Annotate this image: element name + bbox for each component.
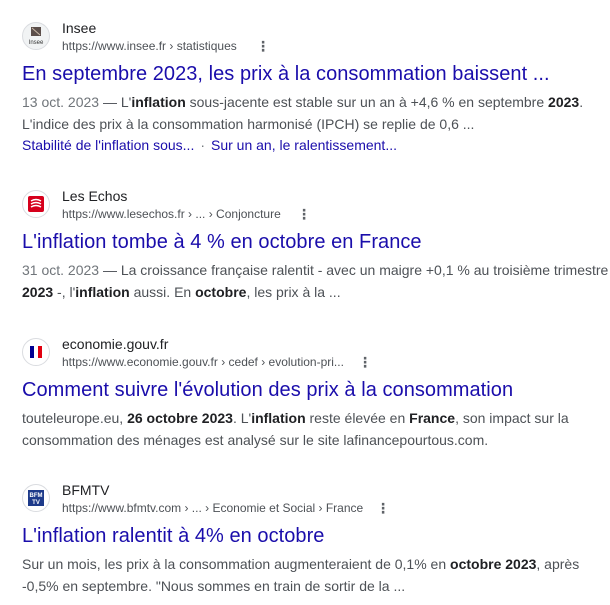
- insee-favicon-icon: Insee: [22, 22, 50, 50]
- result-snippet: Sur un mois, les prix à la consommation …: [22, 556, 580, 572]
- result-title-link[interactable]: En septembre 2023, les prix à la consomm…: [22, 63, 550, 86]
- result-source[interactable]: Insee Insee https://www.insee.fr › stati…: [22, 20, 602, 53]
- result-source[interactable]: economie.gouv.fr https://www.economie.go…: [22, 336, 602, 369]
- search-result: Insee Insee https://www.insee.fr › stati…: [0, 20, 610, 160]
- sitelink[interactable]: Stabilité de l'inflation sous...: [22, 137, 194, 153]
- result-snippet-line2: -0,5% en septembre. "Nous sommes en trai…: [22, 578, 406, 594]
- svg-text:BFM: BFM: [30, 493, 43, 499]
- search-result: Les Echos https://www.lesechos.fr › ... …: [0, 188, 610, 308]
- more-options-icon[interactable]: ⋮: [358, 355, 372, 369]
- sitelink[interactable]: Sur un an, le ralentissement...: [211, 137, 397, 153]
- lesechos-favicon-icon: [22, 190, 50, 218]
- svg-text:Insee: Insee: [29, 40, 44, 46]
- marianne-favicon-icon: [22, 338, 50, 366]
- site-url: https://www.lesechos.fr › ... › Conjonct…: [62, 207, 281, 221]
- result-title-link[interactable]: Comment suivre l'évolution des prix à la…: [22, 379, 513, 402]
- more-options-icon[interactable]: ⋮: [256, 39, 270, 53]
- site-url: https://www.bfmtv.com › ... › Economie e…: [62, 501, 364, 515]
- search-result: BFM TV BFMTV https://www.bfmtv.com › ...…: [0, 482, 610, 602]
- result-title-link[interactable]: L'inflation ralentit à 4% en octobre: [22, 525, 324, 548]
- site-name: Insee: [62, 20, 97, 36]
- result-title-link[interactable]: L'inflation tombe à 4 % en octobre en Fr…: [22, 231, 422, 254]
- site-url: https://www.insee.fr › statistiques: [62, 39, 237, 53]
- result-snippet-line2: L'indice des prix à la consommation harm…: [22, 116, 475, 132]
- more-options-icon[interactable]: ⋮: [376, 501, 390, 515]
- result-snippet-line2: consommation des ménages est analysé sur…: [22, 432, 489, 448]
- svg-text:TV: TV: [32, 500, 40, 506]
- result-snippet: 31 oct. 2023 — La croissance française r…: [22, 262, 609, 278]
- site-name: economie.gouv.fr: [62, 336, 169, 352]
- result-snippet: touteleurope.eu, 26 octobre 2023. L'infl…: [22, 410, 569, 426]
- result-source[interactable]: Les Echos https://www.lesechos.fr › ... …: [22, 188, 602, 221]
- site-name: Les Echos: [62, 188, 128, 204]
- sitelinks: Stabilité de l'inflation sous... · Sur un …: [22, 137, 397, 153]
- bfmtv-favicon-icon: BFM TV: [22, 484, 50, 512]
- result-snippet-line2: 2023 -, l'inflation aussi. En octobre, l…: [22, 284, 341, 300]
- result-source[interactable]: BFM TV BFMTV https://www.bfmtv.com › ...…: [22, 482, 602, 515]
- search-result: economie.gouv.fr https://www.economie.go…: [0, 336, 610, 456]
- site-url: https://www.economie.gouv.fr › cedef › e…: [62, 355, 344, 369]
- result-snippet: 13 oct. 2023 — L'inflation sous-jacente …: [22, 94, 584, 110]
- more-options-icon[interactable]: ⋮: [297, 207, 311, 221]
- site-name: BFMTV: [62, 482, 110, 498]
